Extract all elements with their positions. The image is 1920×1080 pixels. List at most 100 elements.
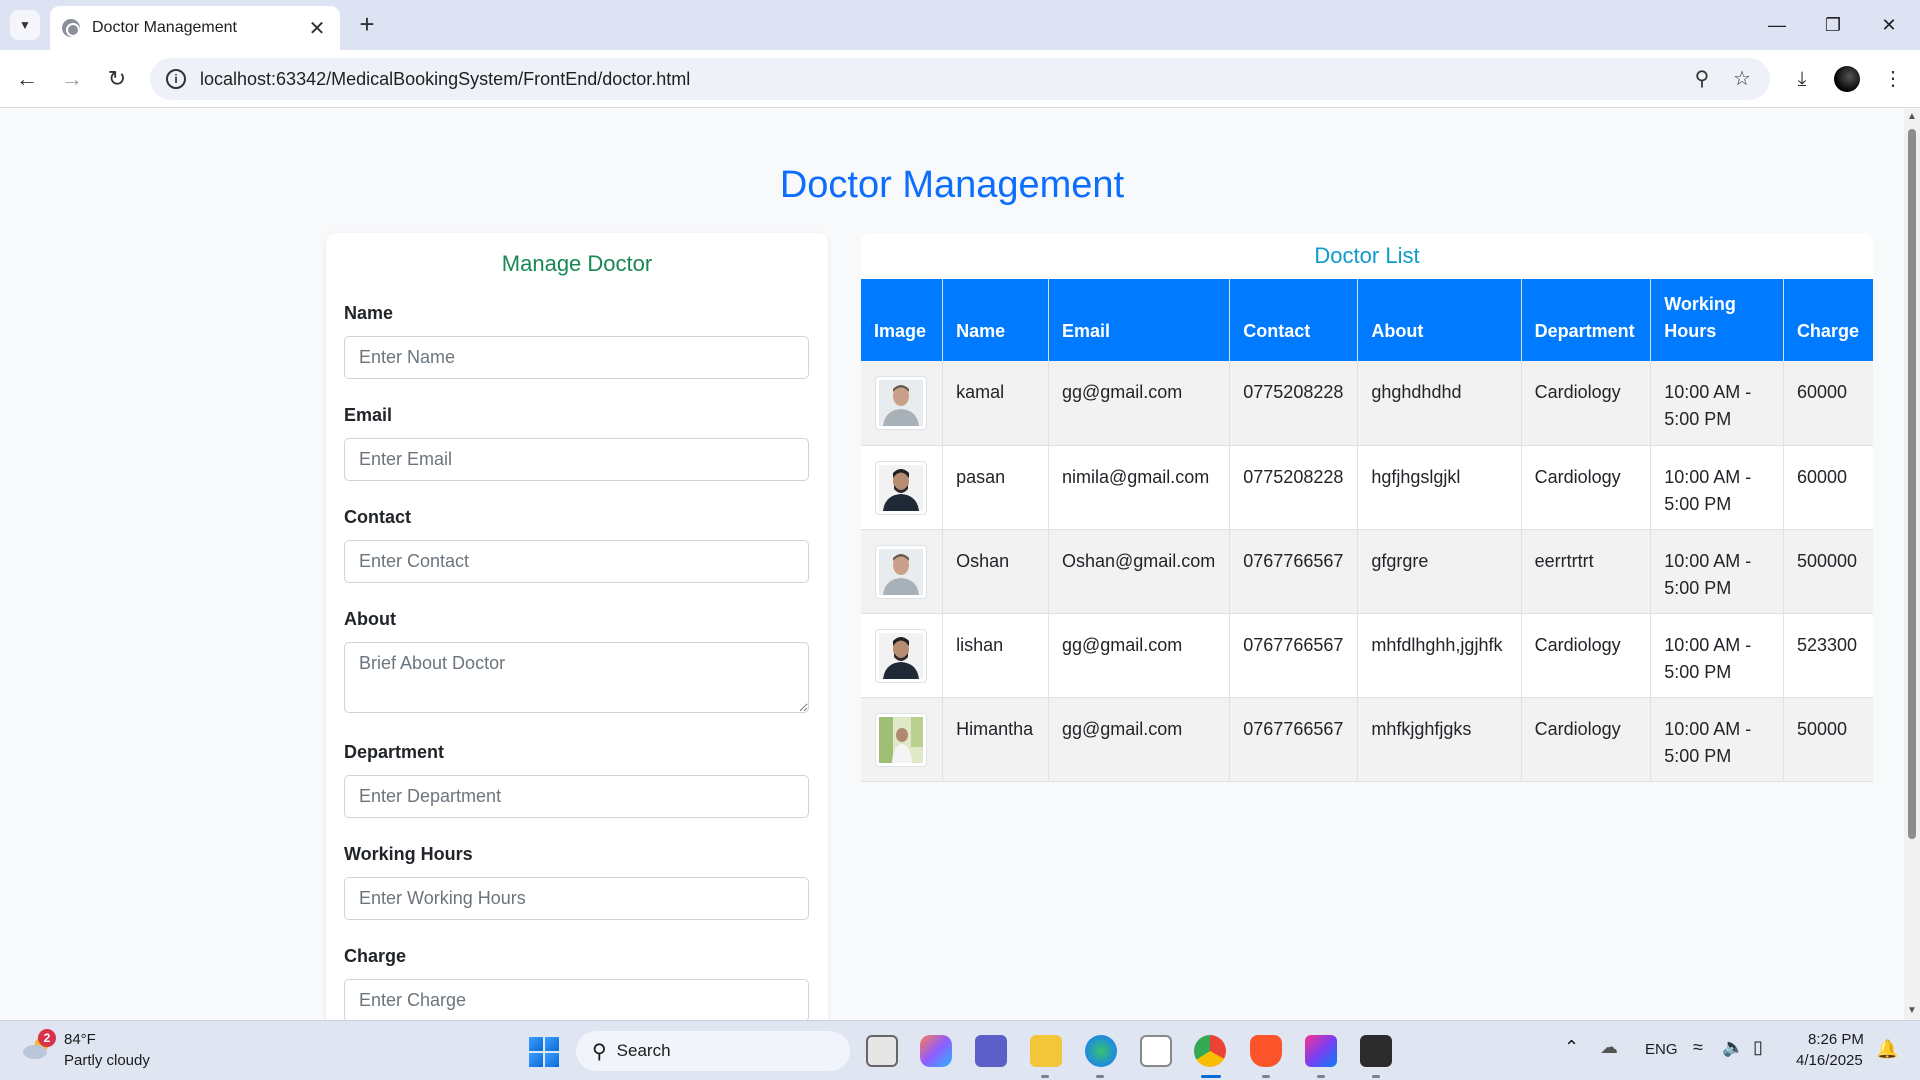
department-cell: Cardiology bbox=[1521, 445, 1652, 530]
running-indicator bbox=[1262, 1075, 1270, 1078]
task-view-icon[interactable] bbox=[866, 1035, 898, 1067]
working-hours-input[interactable] bbox=[344, 877, 809, 920]
teams-icon[interactable] bbox=[975, 1035, 1007, 1067]
minimize-button[interactable]: — bbox=[1754, 8, 1800, 42]
language-indicator[interactable]: ENG bbox=[1645, 1041, 1678, 1058]
edge-icon[interactable] bbox=[1085, 1035, 1117, 1067]
column-header: Charge bbox=[1783, 279, 1873, 361]
image-cell bbox=[861, 613, 944, 698]
email-cell: gg@gmail.com bbox=[1048, 697, 1231, 782]
restore-button[interactable]: ❐ bbox=[1810, 8, 1856, 42]
download-icon[interactable]: ⤓ bbox=[1785, 62, 1819, 96]
clock-date[interactable]: 4/16/2025 bbox=[1796, 1052, 1863, 1069]
active-indicator bbox=[1201, 1075, 1221, 1078]
browser-tab[interactable]: Doctor Management ✕ bbox=[50, 6, 340, 50]
reload-button[interactable]: ↻ bbox=[100, 62, 134, 96]
scroll-thumb[interactable] bbox=[1908, 129, 1916, 839]
bookmark-star-icon[interactable]: ☆ bbox=[1722, 59, 1762, 99]
column-header: About bbox=[1357, 279, 1522, 361]
page-title: Doctor Management bbox=[779, 164, 1125, 206]
running-indicator bbox=[1372, 1075, 1380, 1078]
contact-cell: 0767766567 bbox=[1229, 697, 1359, 782]
contact-label: Contact bbox=[344, 507, 411, 527]
onedrive-cloud-icon[interactable]: ☁ bbox=[1600, 1037, 1618, 1058]
contact-input[interactable] bbox=[344, 540, 809, 583]
back-button[interactable]: ← bbox=[10, 62, 44, 96]
about-cell: mhfdlhghh,jgjhfk bbox=[1357, 613, 1522, 698]
browser-toolbar: ← → ↻ i localhost:63342/MedicalBookingSy… bbox=[0, 50, 1920, 108]
taskbar-search[interactable]: ⚲ Search bbox=[576, 1031, 850, 1071]
email-input[interactable] bbox=[344, 438, 809, 481]
contact-cell: 0775208228 bbox=[1229, 445, 1359, 530]
email-cell: gg@gmail.com bbox=[1048, 361, 1231, 446]
scroll-down-icon[interactable]: ▼ bbox=[1907, 1005, 1917, 1016]
wifi-icon[interactable]: ≈ bbox=[1693, 1037, 1703, 1058]
column-header: Department bbox=[1521, 279, 1652, 361]
working-hours-cell: 10:00 AM - 5:00 PM bbox=[1650, 697, 1784, 782]
doctor-photo bbox=[875, 712, 927, 767]
column-header: Image bbox=[861, 279, 944, 361]
zoom-icon[interactable]: ⚲ bbox=[1682, 59, 1722, 99]
name-label: Name bbox=[344, 303, 394, 323]
windows-start-button[interactable] bbox=[529, 1037, 559, 1067]
site-info-icon[interactable]: i bbox=[166, 69, 186, 89]
file-explorer-icon[interactable] bbox=[1030, 1035, 1062, 1067]
weather-temperature[interactable]: 84°F bbox=[64, 1031, 96, 1048]
about-textarea[interactable] bbox=[344, 642, 809, 713]
close-tab-icon[interactable]: ✕ bbox=[306, 16, 328, 41]
about-cell: ghghdhdhd bbox=[1357, 361, 1522, 446]
intellij-icon[interactable] bbox=[1305, 1035, 1337, 1067]
department-cell: Cardiology bbox=[1521, 613, 1652, 698]
image-cell bbox=[861, 697, 944, 782]
globe-icon bbox=[62, 19, 80, 37]
copilot-icon[interactable] bbox=[920, 1035, 952, 1067]
chevron-up-icon[interactable]: ⌃ bbox=[1564, 1037, 1579, 1058]
close-window-button[interactable]: ✕ bbox=[1866, 8, 1912, 42]
microsoft-store-icon[interactable] bbox=[1140, 1035, 1172, 1067]
contact-cell: 0767766567 bbox=[1229, 529, 1359, 614]
browser-tab-bar: ▼ Doctor Management ✕ + — ❐ ✕ bbox=[0, 0, 1920, 50]
charge-cell: 60000 bbox=[1783, 445, 1873, 530]
new-tab-button[interactable]: + bbox=[352, 10, 382, 40]
working-hours-cell: 10:00 AM - 5:00 PM bbox=[1650, 445, 1784, 530]
address-bar[interactable]: i localhost:63342/MedicalBookingSystem/F… bbox=[150, 58, 1770, 100]
column-header: Email bbox=[1048, 279, 1231, 361]
department-cell: eerrtrtrt bbox=[1521, 529, 1652, 614]
email-cell: nimila@gmail.com bbox=[1048, 445, 1231, 530]
name-cell: kamal bbox=[942, 361, 1049, 446]
notification-bell-icon[interactable]: 🔔 bbox=[1876, 1039, 1898, 1060]
name-cell: pasan bbox=[942, 445, 1049, 530]
forward-button[interactable]: → bbox=[55, 62, 89, 96]
scroll-up-icon[interactable]: ▲ bbox=[1907, 111, 1917, 122]
email-cell: gg@gmail.com bbox=[1048, 613, 1231, 698]
doctor-photo bbox=[875, 376, 927, 430]
brave-icon[interactable] bbox=[1250, 1035, 1282, 1067]
weather-description[interactable]: Partly cloudy bbox=[64, 1052, 150, 1069]
volume-icon[interactable]: 🔈 bbox=[1722, 1037, 1744, 1058]
department-cell: Cardiology bbox=[1521, 697, 1652, 782]
battery-icon[interactable]: ▯ bbox=[1753, 1037, 1763, 1058]
table-row: Oshan Oshan@gmail.com 0767766567 gfgrgre eer… bbox=[861, 529, 1873, 614]
doctor-list-card: Doctor List Image Name Email Contact Abo… bbox=[861, 233, 1873, 793]
about-cell: mhfkjghfjgks bbox=[1357, 697, 1522, 782]
profile-avatar[interactable] bbox=[1834, 66, 1860, 92]
url-text[interactable]: localhost:63342/MedicalBookingSystem/Fro… bbox=[200, 69, 1682, 90]
working-hours-cell: 10:00 AM - 5:00 PM bbox=[1650, 613, 1784, 698]
tab-search-button[interactable]: ▼ bbox=[10, 10, 40, 40]
charge-cell: 60000 bbox=[1783, 361, 1873, 446]
chrome-icon[interactable] bbox=[1194, 1035, 1226, 1067]
clock-time[interactable]: 8:26 PM bbox=[1808, 1031, 1864, 1048]
page-scrollbar[interactable]: ▲ ▼ bbox=[1904, 109, 1920, 1020]
about-label: About bbox=[344, 609, 396, 629]
working-hours-cell: 10:00 AM - 5:00 PM bbox=[1650, 361, 1784, 446]
table-header-row: Image Name Email Contact About Departmen… bbox=[861, 279, 1873, 361]
department-input[interactable] bbox=[344, 775, 809, 818]
email-label: Email bbox=[344, 405, 393, 425]
menu-kebab-icon[interactable]: ⋮ bbox=[1876, 62, 1910, 96]
terminal-icon[interactable] bbox=[1360, 1035, 1392, 1067]
name-input[interactable] bbox=[344, 336, 809, 379]
column-header: Name bbox=[942, 279, 1049, 361]
charge-input[interactable] bbox=[344, 979, 809, 1020]
taskbar-search-label: Search bbox=[616, 1041, 671, 1060]
doctor-photo bbox=[875, 628, 927, 683]
